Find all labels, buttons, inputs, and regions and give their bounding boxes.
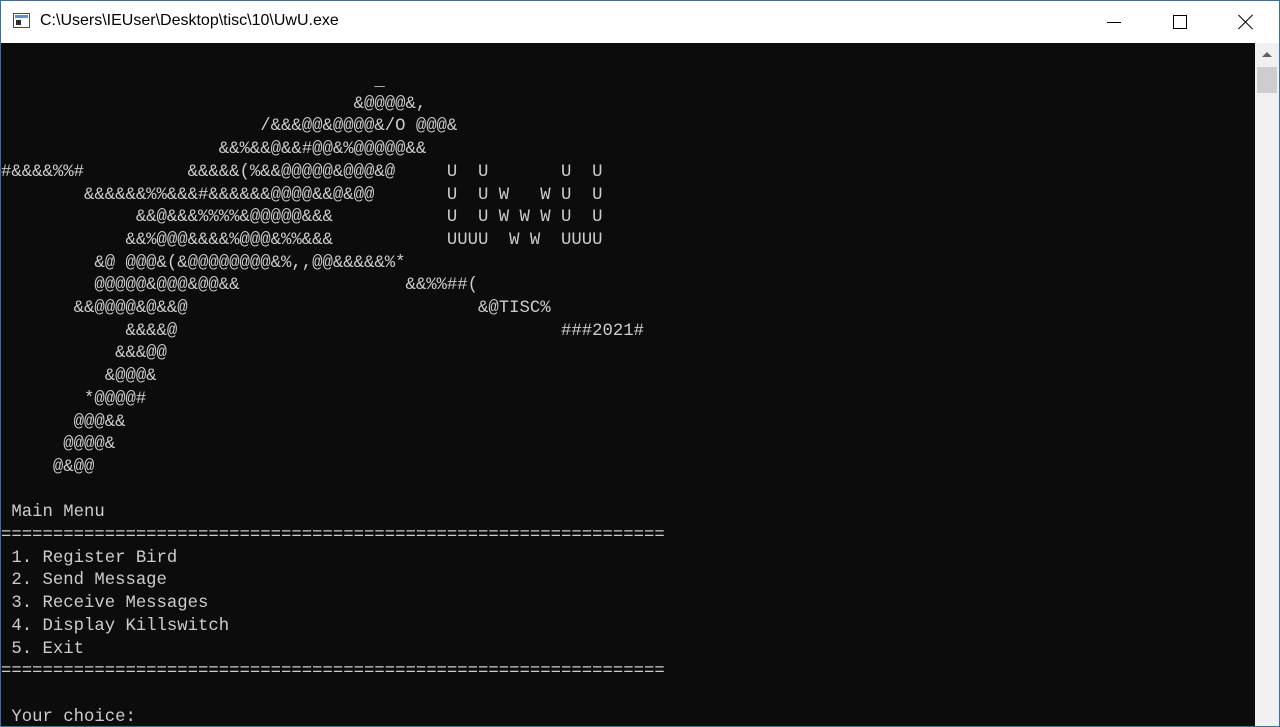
menu-item-send-message: 2. Send Message — [1, 571, 167, 591]
menu-separator-top: ========================================… — [1, 526, 665, 546]
menu-item-register-bird: 1. Register Bird — [1, 548, 178, 568]
banner-line: *@@@@# — [1, 389, 147, 409]
banner-line: &@ @@@&(&@@@@@@@@&%,,@@&&&&&%* — [1, 253, 406, 273]
menu-item-exit: 5. Exit — [1, 639, 84, 659]
vertical-scrollbar[interactable] — [1255, 43, 1279, 726]
console-output[interactable]: _ &@@@@&, /&&&@@&@@@@&/O @@@& &&%&&@&&#@… — [1, 43, 1255, 726]
window-title: C:\Users\IEUser\Desktop\tisc\10\UwU.exe — [40, 12, 339, 29]
banner-line: #&&&&%%# &&&&&(%&&@@@@@&@@@&@ U U U U — [1, 162, 603, 182]
scroll-thumb[interactable] — [1257, 67, 1277, 93]
banner-line: @@@&& — [1, 412, 126, 432]
banner-line: /&&&@@&@@@@&/O @@@& — [1, 117, 458, 137]
banner-line: _ — [1, 72, 385, 91]
menu-item-display-killswitch: 4. Display Killswitch — [1, 616, 230, 636]
banner-line: &&%&&@&&#@@&%@@@@@&& — [1, 140, 427, 160]
menu-item-receive-messages: 3. Receive Messages — [1, 594, 209, 614]
console-text: _ &@@@@&, /&&&@@&@@@@&/O @@@& &&%&&@&&#@… — [1, 71, 665, 726]
banner-line: @&@@ — [1, 457, 95, 477]
scroll-up-button[interactable] — [1255, 43, 1279, 65]
minimize-button[interactable] — [1081, 1, 1147, 43]
choice-prompt[interactable]: Your choice: — [1, 708, 146, 726]
banner-line: &&&&&&%%&&&#&&&&&&@@@@&&@&@@ U U W W U U — [1, 185, 603, 205]
menu-separator-bottom: ========================================… — [1, 662, 665, 682]
close-button[interactable] — [1213, 1, 1279, 43]
banner-line: &&%@@@&&&&%@@@&%%&&& UUUU W W UUUU — [1, 230, 603, 250]
banner-line: @@@@& — [1, 435, 116, 455]
console-app-icon[interactable] — [13, 13, 30, 28]
maximize-icon — [1173, 15, 1187, 29]
console-window: C:\Users\IEUser\Desktop\tisc\10\UwU.exe … — [0, 0, 1280, 727]
arrow-up-icon — [1262, 51, 1272, 57]
banner-line: &@@@& — [1, 367, 157, 387]
menu-title: Main Menu — [1, 503, 105, 523]
maximize-button[interactable] — [1147, 1, 1213, 43]
banner-line: &&&&@ ###2021# — [1, 321, 644, 341]
banner-line: &@@@@&, — [1, 94, 427, 114]
banner-line: &&&@@ — [1, 344, 167, 364]
title-bar[interactable]: C:\Users\IEUser\Desktop\tisc\10\UwU.exe — [1, 1, 1279, 43]
banner-line: &&@@@@&@&&@ &@TISC% — [1, 299, 551, 319]
banner-line: &&@&&&%%%%&@@@@@&&& U U W W W U U — [1, 208, 603, 228]
ascii-banner: _ &@@@@&, /&&&@@&@@@@&/O @@@& &&%&&@&&#@… — [1, 72, 644, 477]
close-icon — [1238, 14, 1254, 30]
banner-line: @@@@@&@@@&@@&& &&%%##( — [1, 276, 479, 296]
minimize-icon — [1107, 21, 1121, 23]
